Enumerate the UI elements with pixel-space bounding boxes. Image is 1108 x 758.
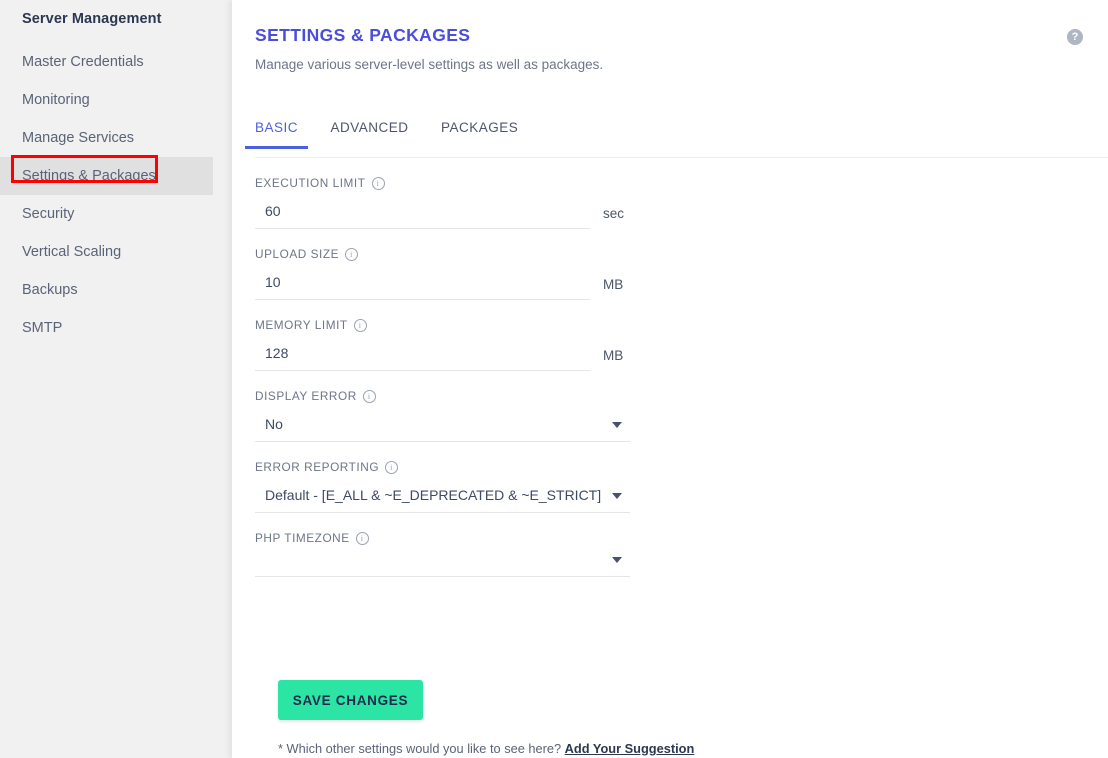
execution-limit-control-row: sec: [255, 203, 875, 229]
sidebar-item-settings-and-packages[interactable]: Settings & Packages: [0, 157, 213, 195]
error-reporting-select[interactable]: Default - [E_ALL & ~E_DEPRECATED & ~E_ST…: [255, 487, 630, 513]
info-icon[interactable]: i: [345, 247, 359, 261]
display-error-value: No: [265, 416, 283, 432]
chevron-down-icon[interactable]: [612, 493, 622, 499]
sidebar-item-label: Monitoring: [22, 92, 90, 108]
display-error-label: DISPLAY ERROR i: [255, 389, 875, 403]
page-title: SETTINGS & PACKAGES: [255, 25, 471, 45]
field-php-timezone: PHP TIMEZONE i: [255, 531, 875, 577]
help-question-icon[interactable]: ?: [1067, 29, 1083, 45]
php-timezone-label: PHP TIMEZONE i: [255, 531, 875, 545]
execution-limit-label-text: EXECUTION LIMIT: [255, 176, 366, 190]
sidebar-item-label: Settings & Packages: [22, 168, 156, 184]
execution-limit-unit: sec: [603, 206, 625, 221]
sidebar-item-backups[interactable]: Backups: [0, 271, 232, 309]
content-card: SETTINGS & PACKAGES Manage various serve…: [232, 0, 1108, 758]
upload-size-label: UPLOAD SIZE i: [255, 247, 875, 261]
sidebar-item-smtp[interactable]: SMTP: [0, 309, 232, 347]
save-changes-button[interactable]: SAVE CHANGES: [278, 680, 423, 720]
upload-size-unit: MB: [603, 277, 624, 292]
memory-limit-control-row: MB: [255, 345, 875, 371]
php-timezone-select[interactable]: [255, 557, 630, 577]
sidebar-item-monitoring[interactable]: Monitoring: [0, 81, 232, 119]
upload-size-label-text: UPLOAD SIZE: [255, 247, 340, 261]
memory-limit-input[interactable]: [255, 345, 590, 371]
info-icon[interactable]: i: [371, 176, 385, 190]
error-reporting-value: Default - [E_ALL & ~E_DEPRECATED & ~E_ST…: [265, 487, 602, 503]
footer-note: * Which other settings would you like to…: [278, 741, 694, 756]
php-timezone-label-text: PHP TIMEZONE: [255, 531, 350, 545]
sidebar-item-master-credentials[interactable]: Master Credentials: [0, 43, 232, 81]
sidebar-item-manage-services[interactable]: Manage Services: [0, 119, 232, 157]
memory-limit-unit: MB: [603, 348, 624, 363]
field-display-error: DISPLAY ERROR i No: [255, 389, 875, 442]
field-upload-size: UPLOAD SIZE i MB: [255, 247, 875, 300]
tab-basic[interactable]: BASIC: [245, 120, 309, 149]
sidebar-item-label: Vertical Scaling: [22, 244, 122, 260]
tab-advanced[interactable]: ADVANCED: [320, 120, 418, 148]
display-error-label-text: DISPLAY ERROR: [255, 389, 357, 403]
upload-size-control-row: MB: [255, 274, 875, 300]
error-reporting-label: ERROR REPORTING i: [255, 460, 875, 474]
sidebar-nav-list: Master Credentials Monitoring Manage Ser…: [0, 43, 232, 347]
sidebar-item-label: Backups: [22, 282, 78, 298]
memory-limit-label: MEMORY LIMIT i: [255, 318, 875, 332]
info-icon[interactable]: i: [355, 531, 369, 545]
sidebar-title: Server Management: [22, 11, 162, 27]
add-your-suggestion-link[interactable]: Add Your Suggestion: [565, 741, 695, 756]
sidebar-item-security[interactable]: Security: [0, 195, 232, 233]
chevron-down-icon[interactable]: [612, 422, 622, 428]
info-icon[interactable]: i: [362, 389, 376, 403]
info-icon[interactable]: i: [353, 318, 367, 332]
sidebar-item-label: Master Credentials: [22, 54, 144, 70]
php-timezone-value: [255, 558, 630, 576]
tab-bar: BASIC ADVANCED PACKAGES: [245, 119, 1108, 158]
settings-form: EXECUTION LIMIT i sec UPLOAD SIZE i MB M…: [255, 176, 875, 756]
page-subtitle: Manage various server-level settings as …: [255, 57, 604, 72]
execution-limit-input[interactable]: [255, 203, 590, 229]
memory-limit-label-text: MEMORY LIMIT: [255, 318, 348, 332]
chevron-down-icon[interactable]: [612, 557, 622, 563]
execution-limit-label: EXECUTION LIMIT i: [255, 176, 875, 190]
error-reporting-label-text: ERROR REPORTING: [255, 460, 380, 474]
tab-packages[interactable]: PACKAGES: [431, 120, 528, 148]
sidebar: Server Management Master Credentials Mon…: [0, 0, 232, 758]
sidebar-item-vertical-scaling[interactable]: Vertical Scaling: [0, 233, 232, 271]
field-error-reporting: ERROR REPORTING i Default - [E_ALL & ~E_…: [255, 460, 875, 513]
footer-note-text: * Which other settings would you like to…: [278, 741, 565, 756]
sidebar-item-label: Manage Services: [22, 130, 135, 146]
display-error-select[interactable]: No: [255, 416, 630, 442]
sidebar-item-label: Security: [22, 206, 75, 222]
field-memory-limit: MEMORY LIMIT i MB: [255, 318, 875, 371]
info-icon[interactable]: i: [385, 460, 399, 474]
sidebar-item-label: SMTP: [22, 320, 63, 336]
upload-size-input[interactable]: [255, 274, 590, 300]
field-execution-limit: EXECUTION LIMIT i sec: [255, 176, 875, 229]
